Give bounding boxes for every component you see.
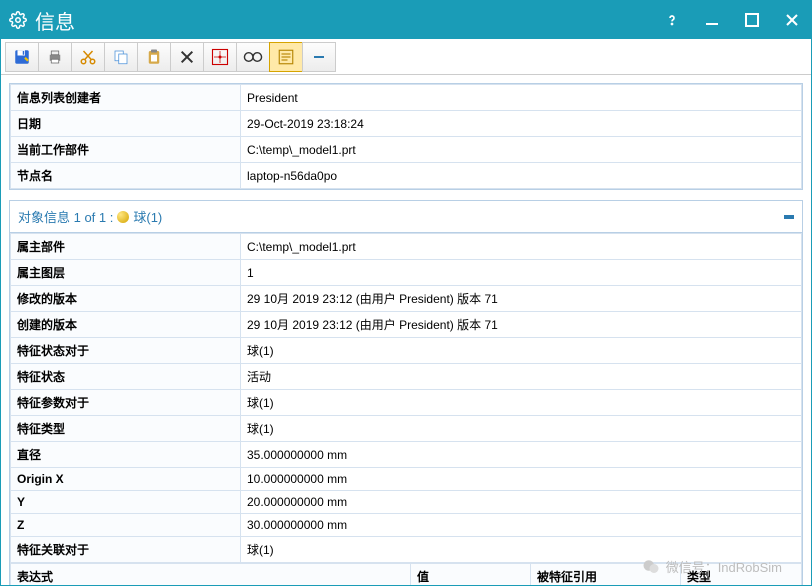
find-button[interactable] xyxy=(236,42,270,72)
cut-button[interactable] xyxy=(71,42,105,72)
expr-header: 被特征引用 xyxy=(531,564,681,586)
info-label: 创建的版本 xyxy=(11,312,241,338)
detail-table: 属主部件C:\temp\_model1.prt属主图层1修改的版本29 10月 … xyxy=(10,233,802,563)
gear-icon xyxy=(9,11,27,29)
header-panel: 信息列表创建者President日期29-Oct-2019 23:18:24当前… xyxy=(9,83,803,190)
content-area: 信息列表创建者President日期29-Oct-2019 23:18:24当前… xyxy=(1,75,811,585)
info-label: 特征参数对于 xyxy=(11,390,241,416)
section-prefix: 对象信息 1 of 1 : xyxy=(18,207,113,226)
info-value: 20.000000000 mm xyxy=(241,491,802,514)
info-label: 直径 xyxy=(11,442,241,468)
info-value: 30.000000000 mm xyxy=(241,514,802,537)
info-label: 修改的版本 xyxy=(11,286,241,312)
info-label: 属主部件 xyxy=(11,234,241,260)
info-label: 当前工作部件 xyxy=(11,137,241,163)
info-value: 10.000000000 mm xyxy=(241,468,802,491)
info-value: 1 xyxy=(241,260,802,286)
close-button[interactable] xyxy=(781,9,803,31)
info-value: 球(1) xyxy=(241,416,802,442)
delete-button[interactable] xyxy=(170,42,204,72)
info-value: 球(1) xyxy=(241,390,802,416)
info-label: Origin X xyxy=(11,468,241,491)
info-value: C:\temp\_model1.prt xyxy=(241,234,802,260)
expression-table: 表达式值被特征引用类型p6=35 mm35 mm球(1)数量 xyxy=(10,563,802,585)
info-label: 特征状态 xyxy=(11,364,241,390)
info-value: C:\temp\_model1.prt xyxy=(241,137,802,163)
section-link[interactable]: 球(1) xyxy=(133,207,162,226)
info-label: Y xyxy=(11,491,241,514)
info-label: Z xyxy=(11,514,241,537)
info-value: 活动 xyxy=(241,364,802,390)
copy-button[interactable] xyxy=(104,42,138,72)
help-button[interactable] xyxy=(661,9,683,31)
expr-header: 值 xyxy=(411,564,531,586)
info-label: 特征类型 xyxy=(11,416,241,442)
window-title: 信息 xyxy=(35,6,661,35)
info-value: President xyxy=(241,85,802,111)
info-value: 29 10月 2019 23:12 (由用户 President) 版本 71 xyxy=(241,286,802,312)
info-value: 29-Oct-2019 23:18:24 xyxy=(241,111,802,137)
info-value: laptop-n56da0po xyxy=(241,163,802,189)
info-label: 节点名 xyxy=(11,163,241,189)
info-window: 信息 信息列表创建者President日期29-Oct-2019 23:18:2… xyxy=(0,0,812,586)
header-table: 信息列表创建者President日期29-Oct-2019 23:18:24当前… xyxy=(10,84,802,189)
info-value: 35.000000000 mm xyxy=(241,442,802,468)
info-value: 29 10月 2019 23:12 (由用户 President) 版本 71 xyxy=(241,312,802,338)
info-value: 球(1) xyxy=(241,338,802,364)
collapse-button[interactable] xyxy=(302,42,336,72)
collapse-icon[interactable] xyxy=(784,215,794,219)
sphere-icon xyxy=(117,211,129,223)
paste-button[interactable] xyxy=(137,42,171,72)
minimize-button[interactable] xyxy=(701,9,723,31)
expr-header: 类型 xyxy=(681,564,802,586)
object-panel: 对象信息 1 of 1 : 球(1) 属主部件C:\temp\_model1.p… xyxy=(9,200,803,585)
print-button[interactable] xyxy=(38,42,72,72)
save-button[interactable] xyxy=(5,42,39,72)
info-label: 信息列表创建者 xyxy=(11,85,241,111)
target-button[interactable] xyxy=(203,42,237,72)
maximize-button[interactable] xyxy=(741,9,763,31)
info-label: 特征关联对于 xyxy=(11,537,241,563)
info-label: 日期 xyxy=(11,111,241,137)
info-label: 属主图层 xyxy=(11,260,241,286)
expr-header: 表达式 xyxy=(11,564,411,586)
info-value: 球(1) xyxy=(241,537,802,563)
section-header[interactable]: 对象信息 1 of 1 : 球(1) xyxy=(10,201,802,233)
toolbar xyxy=(1,39,811,75)
list-button[interactable] xyxy=(269,42,303,72)
info-label: 特征状态对于 xyxy=(11,338,241,364)
titlebar: 信息 xyxy=(1,1,811,39)
